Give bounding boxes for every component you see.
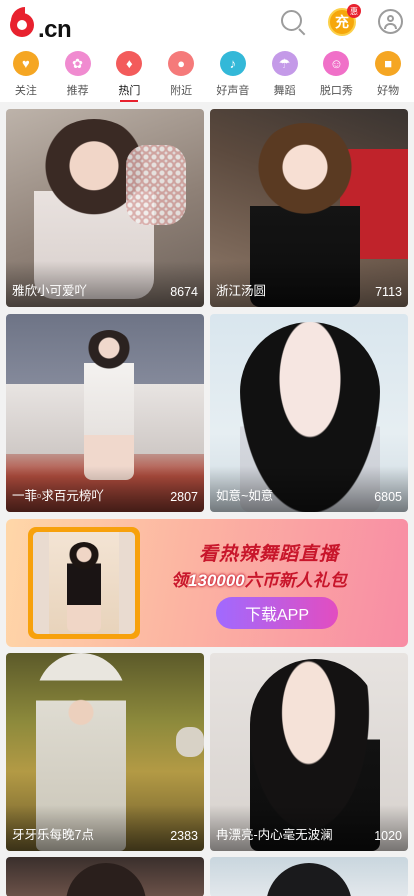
stream-card[interactable]: 冉漂亮-内心毫无波澜 1020 — [210, 653, 408, 851]
promo-banner[interactable]: 看热辣舞蹈直播 领130000六币新人礼包 下载APP — [6, 519, 408, 647]
logo[interactable]: .cn — [10, 7, 72, 43]
nav-label: 附近 — [170, 85, 193, 98]
six-logo-mark — [10, 7, 38, 37]
nav-label: 好声音 — [216, 85, 250, 98]
stream-title: 一菲▫求百元榜吖 — [12, 489, 104, 503]
smile-icon: ☺ — [323, 51, 350, 77]
promo-amount: 130000 — [188, 571, 245, 590]
viewer-count: 2383 — [170, 829, 198, 843]
promo-image-frame — [28, 527, 140, 639]
stream-card[interactable] — [210, 857, 408, 896]
heart-icon: ♥ — [12, 51, 39, 77]
recharge-button[interactable]: 充 惠 — [328, 4, 361, 36]
promo-headline: 看热辣舞蹈直播 — [199, 544, 340, 565]
nav-item-talk-show[interactable]: ☺ 脱口秀 — [311, 44, 363, 102]
stream-card[interactable]: 一菲▫求百元榜吖 2807 — [6, 314, 204, 512]
stream-title: 冉漂亮-内心毫无波澜 — [216, 828, 333, 842]
dance-icon: ☂ — [271, 51, 298, 77]
flower-icon: ✿ — [64, 51, 91, 77]
stream-card[interactable] — [6, 857, 204, 896]
top-header: .cn 充 惠 — [0, 0, 414, 44]
stream-title: 如意~如意 — [216, 489, 274, 503]
search-icon[interactable] — [280, 9, 306, 36]
nav-label: 舞蹈 — [273, 85, 296, 98]
promo-subline: 领130000六币新人礼包 — [171, 571, 347, 590]
nav-label: 热门 — [118, 85, 141, 98]
viewer-count: 8674 — [170, 285, 198, 299]
stream-thumbnail — [210, 857, 408, 896]
nav-label: 推荐 — [66, 85, 89, 98]
nav-item-hot[interactable]: ♦ 热门 — [104, 44, 156, 102]
microphone-icon: ♪ — [219, 51, 246, 77]
viewer-count: 2807 — [170, 490, 198, 504]
download-app-button[interactable]: 下载APP — [216, 597, 338, 629]
nav-item-follow[interactable]: ♥ 关注 — [0, 44, 52, 102]
user-icon[interactable] — [378, 9, 404, 35]
stream-title: 雅欣小可爱吖 — [12, 284, 88, 298]
app-screen: .cn 充 惠 ♥ 关注 ✿ 推荐 ♦ 热门 ● 附近 ♪ 好声音 ☂ 舞蹈 ☺… — [0, 0, 414, 896]
nav-item-good-voice[interactable]: ♪ 好声音 — [207, 44, 259, 102]
nav-item-nearby[interactable]: ● 附近 — [155, 44, 207, 102]
logo-domain: .cn — [38, 16, 72, 43]
nav-label: 脱口秀 — [319, 85, 353, 98]
viewer-count: 1020 — [374, 829, 402, 843]
stream-card[interactable]: 浙江汤圆 7113 — [210, 109, 408, 307]
nav-item-dance[interactable]: ☂ 舞蹈 — [259, 44, 311, 102]
recharge-badge: 惠 — [347, 4, 361, 18]
category-nav: ♥ 关注 ✿ 推荐 ♦ 热门 ● 附近 ♪ 好声音 ☂ 舞蹈 ☺ 脱口秀 ■ 好… — [0, 44, 414, 102]
stream-card[interactable]: 如意~如意 6805 — [210, 314, 408, 512]
stream-thumbnail — [6, 857, 204, 896]
viewer-count: 6805 — [374, 490, 402, 504]
viewer-count: 7113 — [375, 285, 402, 299]
flame-icon: ♦ — [116, 51, 143, 77]
active-tab-indicator — [120, 100, 139, 102]
nav-label: 关注 — [14, 85, 37, 98]
nav-item-recommend[interactable]: ✿ 推荐 — [52, 44, 104, 102]
nav-item-goods[interactable]: ■ 好物 — [362, 44, 414, 102]
location-pin-icon: ● — [168, 51, 195, 77]
stream-card[interactable]: 雅欣小可爱吖 8674 — [6, 109, 204, 307]
recharge-label: 充 — [335, 14, 349, 30]
stream-title: 浙江汤圆 — [216, 284, 267, 298]
shopping-bag-icon: ■ — [375, 51, 402, 77]
nav-label: 好物 — [377, 85, 400, 98]
stream-title: 牙牙乐每晚7点 — [12, 828, 94, 842]
stream-card[interactable]: 牙牙乐每晚7点 2383 — [6, 653, 204, 851]
